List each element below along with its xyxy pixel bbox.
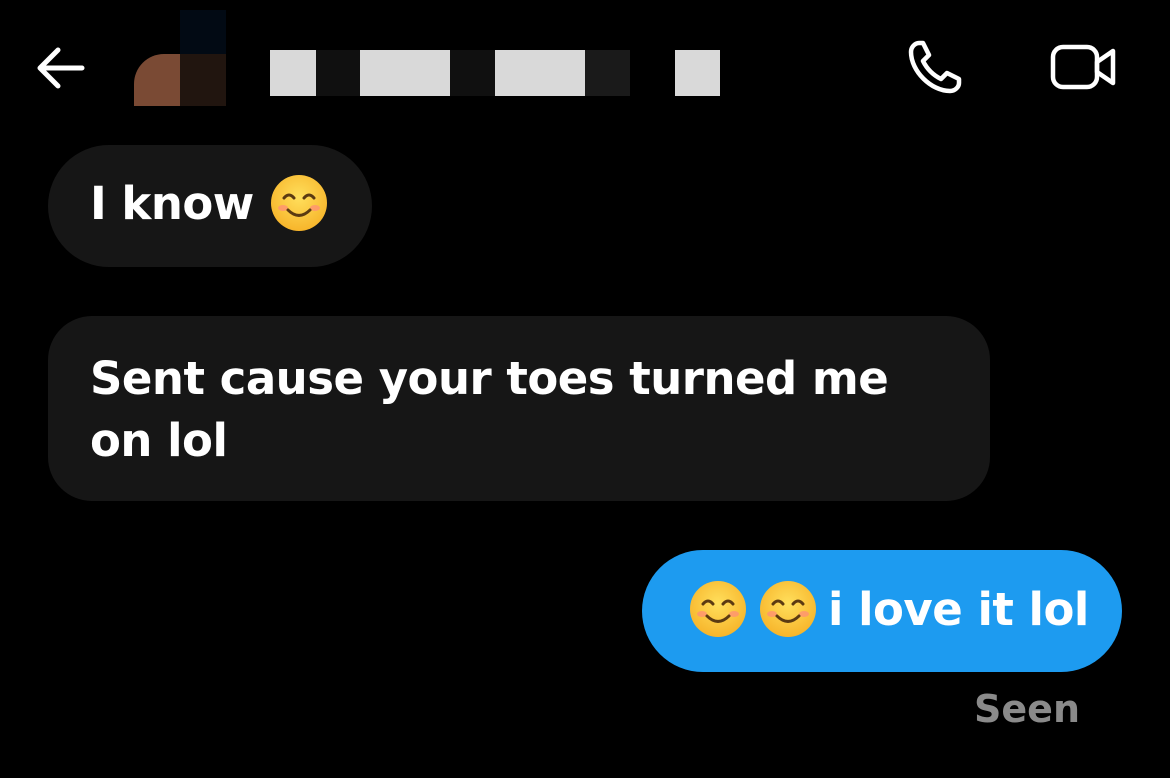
video-call-button[interactable] [1044,36,1124,98]
message-text: I know [90,177,254,230]
avatar[interactable] [134,10,226,114]
message-text: i love it lol [828,583,1089,636]
phone-icon [908,40,962,94]
video-camera-icon [1050,44,1116,90]
seen-status: Seen [974,687,1080,731]
incoming-message[interactable]: I know [48,145,372,267]
contact-name[interactable] [270,50,720,96]
message-text: Sent cause your toes turned me on lol [90,352,889,467]
voice-call-button[interactable] [900,34,972,100]
chat-header [0,0,1170,130]
outgoing-message[interactable]: i love it lol [642,550,1122,672]
smiling-face-icon [690,581,746,637]
back-button[interactable] [30,40,90,96]
incoming-message[interactable]: Sent cause your toes turned me on lol [48,316,990,501]
smiling-face-icon [271,175,328,231]
arrow-left-icon [37,47,85,89]
smiling-face-icon [760,581,816,637]
